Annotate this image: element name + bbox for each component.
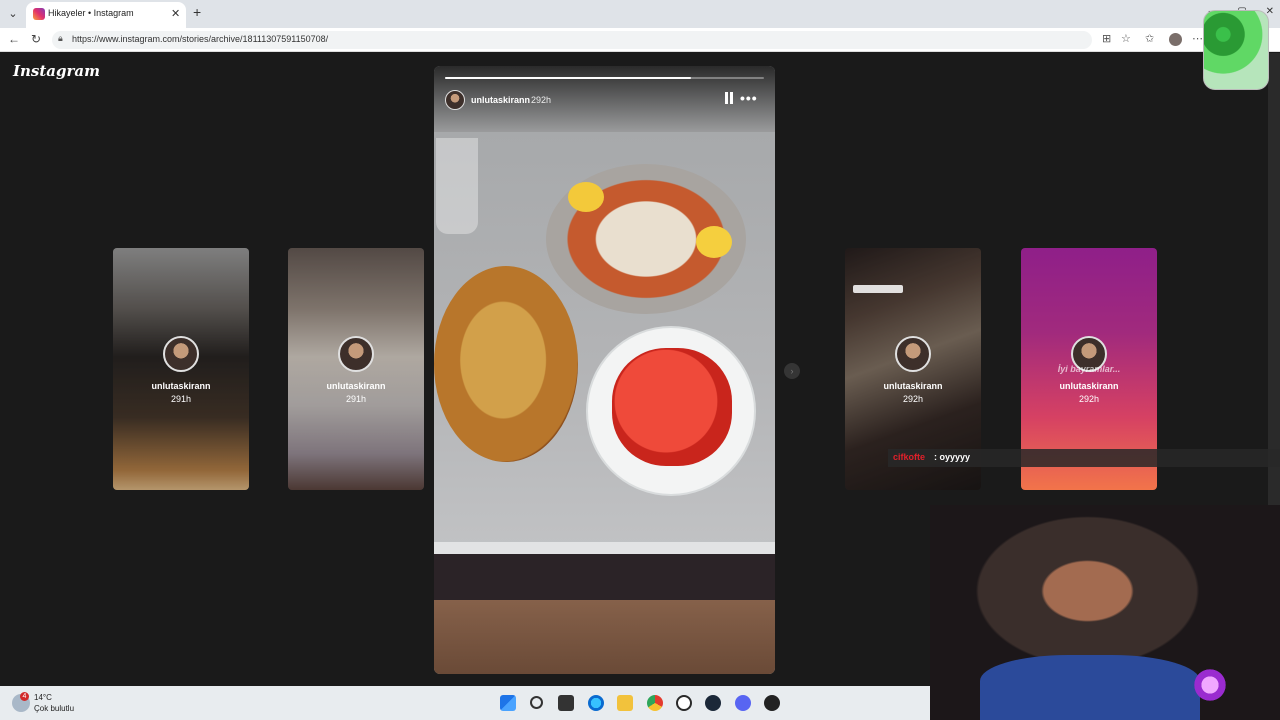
preview-username: unlutaskirann	[883, 381, 943, 391]
story-photo	[434, 132, 775, 600]
chat-username: cifkofte	[893, 452, 926, 462]
preview-time: 292h	[1078, 394, 1100, 404]
glass-shape	[436, 138, 478, 234]
preview-time: 291h	[345, 394, 367, 404]
chat-message: : oyyyyy	[934, 452, 971, 462]
reload-icon[interactable]: ↻	[31, 32, 41, 46]
windows-start-icon[interactable]	[500, 695, 516, 711]
active-story[interactable]: unlutaskirann 292h •••	[434, 66, 775, 674]
lock-icon: 🔒︎	[58, 33, 63, 43]
task-view-icon[interactable]	[558, 695, 574, 711]
obs-icon[interactable]	[764, 695, 780, 711]
new-tab-button[interactable]: +	[193, 4, 201, 20]
stream-jar-overlay	[1203, 10, 1269, 90]
browser-nav-bar: ← ↻ 🔒︎ https://www.instagram.com/stories…	[0, 28, 1280, 52]
instagram-logo[interactable]: Instagram	[13, 62, 100, 80]
tab-close-icon[interactable]: ✕	[171, 7, 180, 20]
instagram-favicon-icon	[33, 8, 45, 20]
lemon-shape	[568, 182, 604, 212]
search-icon[interactable]	[530, 696, 543, 709]
story-avatar	[895, 336, 931, 372]
story-user-avatar[interactable]	[445, 90, 465, 110]
address-bar[interactable]: 🔒︎ https://www.instagram.com/stories/arc…	[52, 31, 1092, 49]
pause-icon[interactable]	[724, 92, 734, 104]
story-avatar	[163, 336, 199, 372]
tomato-plate-shape	[586, 326, 756, 496]
preview-overlay-text: İyi bayramlar...	[1057, 364, 1121, 374]
lahmacun-shape	[434, 266, 578, 462]
streamer-webcam-overlay	[930, 505, 1280, 720]
preview-username: unlutaskirann	[1059, 381, 1119, 391]
tab-instagram-stories[interactable]: Hikayeler • Instagram ✕	[26, 2, 186, 28]
steam-icon[interactable]	[705, 695, 721, 711]
edge-browser-icon[interactable]	[588, 695, 604, 711]
preview-sticker	[853, 285, 903, 293]
weather-temperature: 14°C	[34, 693, 52, 702]
tomatoes-shape	[612, 348, 732, 466]
more-options-icon[interactable]: •••	[740, 90, 758, 106]
more-menu-icon[interactable]: ⋯	[1192, 32, 1203, 45]
story-progress-bar	[445, 77, 764, 79]
preview-username: unlutaskirann	[151, 381, 211, 391]
story-progress-fill	[445, 77, 691, 79]
favorite-star-icon[interactable]: ☆	[1121, 32, 1131, 45]
browser-tab-bar: ⌄ Hikayeler • Instagram ✕ + — ▢ ✕	[0, 0, 1280, 28]
windows-taskbar: 4 14°C Çok bulutlu	[0, 686, 930, 720]
chrome-icon[interactable]	[647, 695, 663, 711]
weather-badge: 4	[20, 692, 29, 701]
file-explorer-icon[interactable]	[617, 695, 633, 711]
url-text: https://www.instagram.com/stories/archiv…	[72, 34, 329, 44]
story-preview-card[interactable]: unlutaskirann 291h	[288, 248, 424, 490]
tab-title: Hikayeler • Instagram	[48, 8, 134, 18]
story-username[interactable]: unlutaskirann	[471, 95, 530, 105]
preview-time: 291h	[170, 394, 192, 404]
whatsapp-icon[interactable]	[676, 695, 692, 711]
preview-time: 292h	[902, 394, 924, 404]
next-story-arrow-icon[interactable]: ›	[784, 363, 800, 379]
lemon-shape	[696, 226, 732, 258]
stream-chat-message: cifkofte : oyyyyy	[888, 449, 1280, 467]
preview-username: unlutaskirann	[326, 381, 386, 391]
tab-list-chevron-icon[interactable]: ⌄	[4, 5, 22, 23]
profile-avatar[interactable]	[1169, 33, 1182, 46]
back-arrow-icon[interactable]: ←	[8, 32, 20, 46]
story-avatar	[338, 336, 374, 372]
app-available-icon[interactable]: ⊞	[1102, 32, 1111, 45]
story-time: 292h	[531, 95, 552, 105]
story-preview-card[interactable]: unlutaskirann 291h	[113, 248, 249, 490]
weather-description: Çok bulutlu	[34, 704, 75, 713]
discord-icon[interactable]	[735, 695, 751, 711]
favorites-icon[interactable]: ✩	[1145, 32, 1154, 45]
